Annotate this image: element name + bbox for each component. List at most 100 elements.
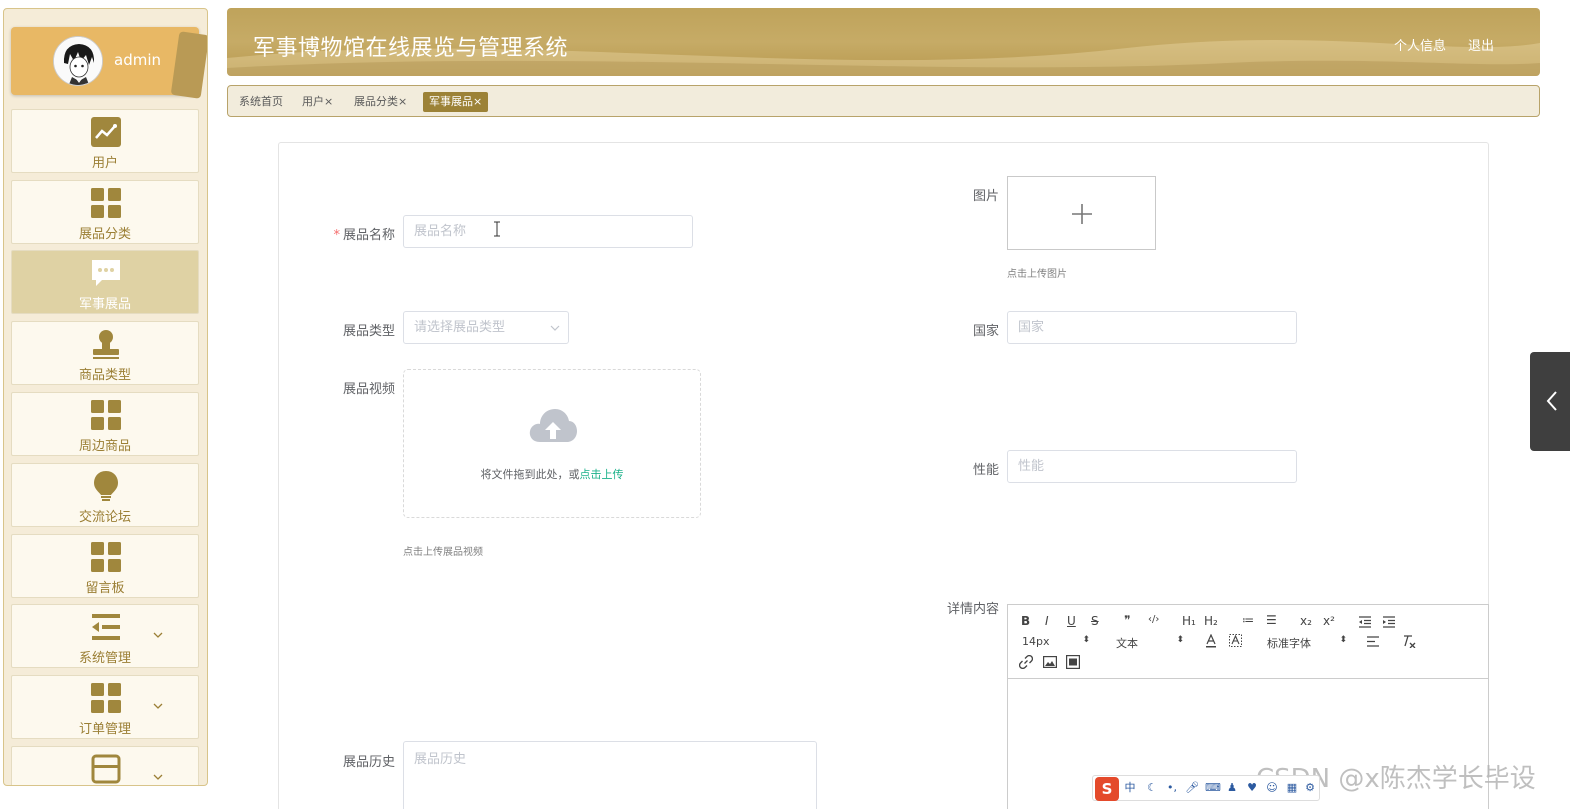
sidebar-item-label: 交流论坛 — [78, 510, 131, 525]
sidebar-item-exhibit-category[interactable]: 展品分类 — [11, 180, 199, 244]
video-upload-hint: 点击上传展品视频 — [403, 547, 483, 558]
tab-label: 系统首页 — [239, 95, 283, 108]
tab-close-icon[interactable]: × — [324, 95, 333, 108]
tab-label: 军事展品 — [429, 95, 473, 108]
exhibit-name-input[interactable] — [403, 215, 693, 248]
toolbox-icon[interactable]: ▦ — [1285, 781, 1299, 795]
dragger-text: 将文件拖到此处，或点击上传 — [480, 468, 624, 481]
indent-icon[interactable] — [1382, 616, 1396, 628]
ime-language-toggle[interactable]: 中 — [1123, 781, 1137, 795]
chevron-down-icon — [550, 325, 560, 331]
editor-toolbar: B I U S ❞ ‹/› H₁ H₂ ≔ ☰ x₂ x² 14px ⬍ 文本 ⬍ … — [1008, 605, 1488, 679]
header-1-button[interactable]: H₁ — [1182, 614, 1196, 628]
sidebar-item-message-board[interactable]: 留言板 — [11, 534, 199, 598]
chevron-down-icon — [153, 774, 163, 780]
code-block-button[interactable]: ‹/› — [1148, 614, 1159, 625]
logout-link[interactable]: 退出 — [1468, 35, 1494, 54]
keyboard-icon[interactable]: ⌨ — [1205, 781, 1221, 795]
history-textarea[interactable] — [403, 741, 817, 809]
grid-icon — [91, 400, 121, 430]
punctuation-icon[interactable]: •, — [1165, 781, 1179, 795]
detail-label: 详情内容 — [946, 602, 999, 617]
clear-format-icon[interactable] — [1402, 634, 1416, 648]
sidebar-item-users[interactable]: 用户 — [11, 109, 199, 173]
sidebar-item-label: 订单管理 — [78, 722, 131, 737]
image-upload-button[interactable] — [1007, 176, 1156, 250]
user-icon[interactable]: ♟ — [1225, 781, 1239, 795]
outdent-icon[interactable] — [1358, 616, 1372, 628]
tab-exhibit-category[interactable]: 展品分类× — [348, 92, 413, 112]
sidebar-item-merchandise[interactable]: 周边商品 — [11, 392, 199, 456]
italic-button[interactable]: I — [1045, 614, 1049, 628]
cloud-upload-icon — [529, 409, 577, 442]
align-left-icon[interactable] — [1366, 636, 1380, 647]
ordered-list-button[interactable]: ≔ — [1242, 613, 1254, 627]
skin-icon[interactable]: ♥ — [1245, 781, 1259, 795]
tab-users[interactable]: 用户× — [296, 92, 339, 112]
bold-button[interactable]: B — [1021, 614, 1030, 628]
sidebar-item-system-management[interactable]: 系统管理 — [11, 604, 199, 668]
bullet-list-button[interactable]: ☰ — [1266, 613, 1277, 627]
font-color-icon[interactable] — [1205, 634, 1217, 648]
tab-close-icon[interactable]: × — [473, 95, 482, 108]
ime-settings-icon[interactable]: ⚙ — [1303, 781, 1317, 795]
plus-icon — [1072, 204, 1092, 224]
superscript-button[interactable]: x² — [1323, 614, 1335, 628]
tab-home[interactable]: 系统首页 — [233, 92, 289, 112]
name-label: * 展品名称 — [333, 228, 395, 243]
emoji-icon[interactable]: ☺ — [1265, 781, 1279, 795]
sidebar: admin 用户 展品分类 军事展品 商品类型 周边商品 交流论坛 留言板 系统… — [3, 8, 208, 786]
tab-close-icon[interactable]: × — [398, 95, 407, 108]
underline-button[interactable]: U — [1067, 614, 1076, 628]
header-2-button[interactable]: H₂ — [1204, 614, 1218, 628]
profile-link[interactable]: 个人信息 — [1394, 35, 1446, 54]
performance-input[interactable] — [1007, 450, 1297, 483]
sidebar-item-product-type[interactable]: 商品类型 — [11, 321, 199, 385]
tabs-bar: 系统首页 用户× 展品分类× 军事展品× — [227, 85, 1540, 117]
stamp-icon — [93, 330, 119, 359]
strike-button[interactable]: S — [1091, 614, 1099, 628]
text-style-select[interactable]: 文本 ⬍ — [1116, 635, 1184, 650]
chevron-left-icon — [1546, 391, 1557, 411]
grid-icon — [91, 683, 121, 713]
country-input[interactable] — [1007, 311, 1297, 344]
ime-logo[interactable]: S — [1095, 777, 1119, 801]
click-to-upload-link[interactable]: 点击上传 — [580, 468, 624, 481]
subscript-button[interactable]: x₂ — [1300, 614, 1312, 628]
history-label: 展品历史 — [342, 755, 395, 770]
font-size-select[interactable]: 14px ⬍ — [1022, 635, 1090, 649]
text-cursor-icon — [494, 221, 500, 237]
tab-military-exhibits[interactable]: 军事展品× — [423, 92, 489, 112]
video-upload-dragger[interactable]: 将文件拖到此处，或点击上传 — [403, 369, 701, 518]
sidebar-item-order-management[interactable]: 订单管理 — [11, 675, 199, 739]
moon-icon[interactable]: ☾ — [1145, 781, 1159, 795]
link-icon[interactable] — [1019, 655, 1033, 669]
image-label: 图片 — [972, 189, 999, 204]
user-card-decoration — [170, 31, 207, 99]
image-upload-hint: 点击上传图片 — [1007, 269, 1067, 280]
sidebar-item-military-exhibits[interactable]: 军事展品 — [11, 250, 199, 314]
image-icon[interactable] — [1043, 656, 1057, 668]
menu-indent-icon — [92, 614, 120, 640]
tab-label: 用户 — [302, 95, 324, 108]
exhibit-type-select[interactable]: 请选择展品类型 — [403, 311, 569, 344]
side-panel-toggle[interactable] — [1530, 352, 1570, 451]
font-family-select[interactable]: 标准字体 ⬍ — [1267, 635, 1347, 650]
blockquote-button[interactable]: ❞ — [1124, 613, 1130, 627]
exhibit-form: *展品名称 图片 点击上传图片 展品类型 请选择展品类型 国家 展品视频 将文件… — [278, 142, 1489, 809]
user-card[interactable]: admin — [11, 27, 207, 99]
required-mark: * — [333, 228, 340, 243]
sidebar-item-forum[interactable]: 交流论坛 — [11, 463, 199, 527]
sidebar-item-label: 系统管理 — [78, 651, 131, 666]
video-icon[interactable] — [1066, 655, 1080, 669]
sidebar-item-label: 留言板 — [85, 581, 125, 596]
sidebar-item-more[interactable] — [11, 746, 199, 785]
background-color-icon[interactable] — [1229, 634, 1242, 648]
sidebar-item-label: 军事展品 — [78, 297, 131, 312]
tab-label: 展品分类 — [354, 95, 398, 108]
avatar[interactable] — [53, 36, 103, 86]
sidebar-item-label: 商品类型 — [78, 368, 131, 383]
microphone-icon[interactable]: 🎤︎ — [1185, 781, 1199, 795]
updown-arrow-icon: ⬍ — [1339, 635, 1347, 645]
sidebar-item-label: 用户 — [91, 156, 118, 171]
